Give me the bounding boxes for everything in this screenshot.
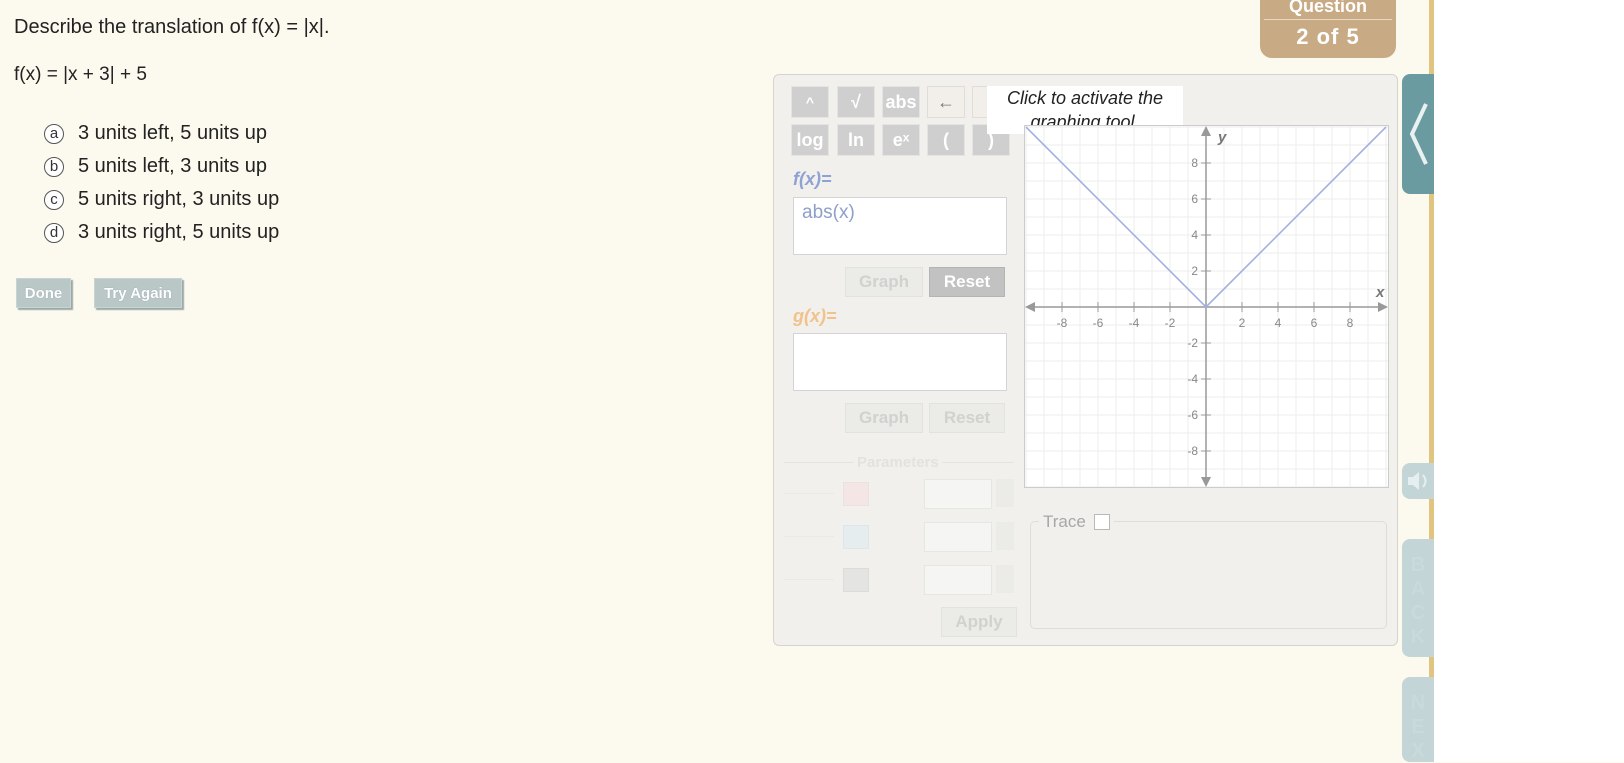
parameter-row-3 <box>784 565 1024 595</box>
choice-b[interactable]: b 5 units left, 3 units up <box>44 150 279 183</box>
param-stepper[interactable] <box>996 522 1014 550</box>
param-stepper[interactable] <box>996 565 1014 593</box>
back-letter[interactable]: A <box>1402 577 1434 601</box>
question-count: 2 of 5 <box>1296 24 1360 49</box>
choice-a-text[interactable]: 3 units left, 5 units up <box>78 122 267 145</box>
prompt-function: f(x) = |x|. <box>251 16 330 38</box>
right-margin <box>1434 0 1624 762</box>
y-tick-label: -2 <box>1187 336 1198 350</box>
y-tick-label: 8 <box>1191 156 1198 170</box>
f-input[interactable]: abs(x) <box>793 197 1007 255</box>
question-label: Question <box>1288 0 1367 16</box>
param-stepper[interactable] <box>996 479 1014 507</box>
question-counter-badge: Question 2 of 5 <box>1260 0 1396 58</box>
trace-checkbox[interactable] <box>1093 514 1110 530</box>
given-function: f(x) = |x + 3| + 5 <box>14 64 147 85</box>
backspace-key[interactable]: ← <box>927 86 965 118</box>
apply-button[interactable]: Apply <box>941 607 1017 637</box>
choice-a-bubble[interactable]: a <box>44 123 64 144</box>
y-tick-label: 4 <box>1191 228 1198 242</box>
y-tick-label: 6 <box>1191 192 1198 206</box>
done-button[interactable]: Done <box>16 278 71 308</box>
param-line <box>784 493 834 494</box>
answer-choices: a 3 units left, 5 units up b 5 units left,… <box>44 117 279 249</box>
param-value-input[interactable] <box>924 522 992 552</box>
open-paren-key[interactable]: ( <box>927 124 965 156</box>
chevron-left-icon[interactable] <box>1402 74 1434 194</box>
speaker-icon[interactable] <box>1402 463 1434 499</box>
ln-key[interactable]: ln <box>837 124 875 156</box>
parameters-divider: Parameters <box>784 454 1014 471</box>
choice-d-bubble[interactable]: d <box>44 222 64 243</box>
try-again-button[interactable]: Try Again <box>94 278 182 308</box>
y-tick-label: -6 <box>1187 408 1198 422</box>
f-label: f(x)= <box>793 169 832 189</box>
choice-b-text[interactable]: 5 units left, 3 units up <box>78 155 267 178</box>
log-key[interactable]: log <box>791 124 829 156</box>
exp-key[interactable]: eˣ <box>882 124 920 156</box>
parameters-label: Parameters <box>854 454 942 471</box>
next-label[interactable]: NEX <box>1402 677 1434 763</box>
g-graph-button[interactable]: Graph <box>845 403 923 433</box>
next-letter[interactable]: E <box>1402 715 1434 739</box>
x-tick-label: 6 <box>1311 316 1318 330</box>
y-axis-arrow-down <box>1201 477 1211 487</box>
param-swatch-gray <box>843 568 869 592</box>
choice-d[interactable]: d 3 units right, 5 units up <box>44 216 279 249</box>
param-value-input[interactable] <box>924 479 992 509</box>
back-tab[interactable]: BACK <box>1402 539 1434 657</box>
param-value-input[interactable] <box>924 565 992 595</box>
param-line <box>784 579 834 580</box>
next-tab[interactable]: NEX <box>1402 677 1434 762</box>
choice-b-bubble[interactable]: b <box>44 156 64 177</box>
param-swatch-red <box>843 482 869 506</box>
g-input[interactable] <box>793 333 1007 391</box>
trace-box: Trace <box>1030 512 1387 629</box>
parameter-row-1 <box>784 479 1024 509</box>
back-letter[interactable]: C <box>1402 601 1434 625</box>
g-reset-button[interactable]: Reset <box>929 403 1005 433</box>
x-tick-label: 4 <box>1275 316 1282 330</box>
x-tick-label: 2 <box>1239 316 1246 330</box>
choice-c[interactable]: c 5 units right, 3 units up <box>44 183 279 216</box>
choice-c-text[interactable]: 5 units right, 3 units up <box>78 188 279 211</box>
x-tick-label: -4 <box>1129 316 1140 330</box>
back-letter[interactable]: K <box>1402 625 1434 649</box>
abs-key[interactable]: abs <box>882 86 920 118</box>
question-prompt: Describe the translation of f(x) = |x|. <box>14 16 330 39</box>
next-letter[interactable]: N <box>1402 691 1434 715</box>
x-axis-label: x <box>1375 284 1385 301</box>
f-graph-button[interactable]: Graph <box>845 267 923 297</box>
prompt-text: Describe the translation of <box>14 16 252 38</box>
x-tick-label: 8 <box>1347 316 1354 330</box>
g-label: g(x)= <box>793 306 837 326</box>
param-swatch-blue <box>843 525 869 549</box>
caret-key[interactable]: ^ <box>791 86 829 118</box>
sqrt-key[interactable]: √ <box>837 86 875 118</box>
badge-divider <box>1264 19 1392 20</box>
parameter-row-2 <box>784 522 1024 552</box>
y-axis-label: y <box>1217 129 1227 146</box>
graph-area[interactable]: -8 -6 -4 -2 2 4 6 8 8 6 4 2 -2 -4 -6 -8 x y <box>1024 125 1389 488</box>
x-tick-label: -6 <box>1093 316 1104 330</box>
collapse-panel-tab[interactable] <box>1402 74 1434 194</box>
y-tick-label: -4 <box>1187 372 1198 386</box>
x-tick-label: -2 <box>1165 316 1176 330</box>
graphing-tool-panel[interactable]: ^ √ abs ← - log ln eˣ ( ) Click to activ… <box>773 74 1398 646</box>
y-tick-label: 2 <box>1191 264 1198 278</box>
graph-svg[interactable]: -8 -6 -4 -2 2 4 6 8 8 6 4 2 -2 -4 -6 -8 x y <box>1025 126 1388 488</box>
choice-d-text[interactable]: 3 units right, 5 units up <box>78 221 279 244</box>
back-letter[interactable]: B <box>1402 553 1434 577</box>
choice-a[interactable]: a 3 units left, 5 units up <box>44 117 279 150</box>
param-line <box>784 536 834 537</box>
choice-c-bubble[interactable]: c <box>44 189 64 210</box>
trace-label-group: Trace <box>1039 512 1114 532</box>
x-tick-label: -8 <box>1057 316 1068 330</box>
f-reset-button[interactable]: Reset <box>929 267 1005 297</box>
next-letter[interactable]: X <box>1402 739 1434 763</box>
y-tick-label: -8 <box>1187 444 1198 458</box>
back-label[interactable]: BACK <box>1402 539 1434 649</box>
audio-tab[interactable] <box>1402 463 1434 499</box>
trace-label: Trace <box>1043 512 1086 531</box>
